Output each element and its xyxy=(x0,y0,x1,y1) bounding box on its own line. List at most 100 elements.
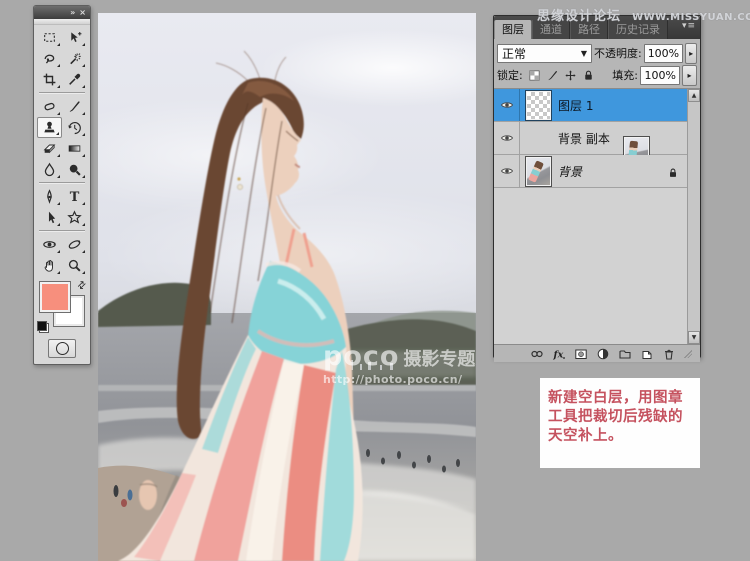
layer-visibility-toggle[interactable] xyxy=(494,155,520,187)
panel-resize-grip[interactable] xyxy=(684,350,692,358)
blend-mode-select[interactable]: 正常 ▼ xyxy=(497,44,592,63)
layer-visibility-toggle[interactable] xyxy=(494,89,520,121)
layer-mask-icon xyxy=(574,347,588,361)
adjustment-layer-icon xyxy=(596,347,610,361)
svg-text:T: T xyxy=(70,190,80,204)
tool-dodge[interactable] xyxy=(62,159,87,180)
layer-visibility-toggle[interactable] xyxy=(494,122,520,154)
history-brush-icon xyxy=(67,120,82,135)
new-layer-icon xyxy=(640,347,654,361)
close-palette-button[interactable]: × xyxy=(79,9,86,17)
tool-clone-stamp[interactable] xyxy=(37,117,62,138)
photoshop-canvas[interactable]: poco摄影专题 http://photo.poco.cn/ xyxy=(98,13,476,561)
lock-pixels-button[interactable] xyxy=(545,68,560,83)
tab-layers[interactable]: 图层 xyxy=(494,20,532,39)
svg-text:fx: fx xyxy=(552,349,563,360)
tool-path-selection[interactable] xyxy=(37,207,62,228)
layer-row-2[interactable]: 背景 副本 xyxy=(494,122,687,155)
delete-layer-button[interactable] xyxy=(661,346,676,361)
blend-mode-value: 正常 xyxy=(502,45,526,62)
tool-blur[interactable] xyxy=(37,159,62,180)
tool-magic-wand[interactable] xyxy=(62,48,87,69)
custom-shape-icon xyxy=(67,210,82,225)
lock-all-icon xyxy=(667,167,679,179)
photo-watermark-brand-cn: 摄影专题 xyxy=(403,349,475,370)
opacity-label: 不透明度: xyxy=(594,45,642,61)
site-watermark-url: WWW.MISSYUAN.COM xyxy=(632,12,750,23)
chevron-down-icon: ▼ xyxy=(581,49,587,58)
eraser-icon xyxy=(42,141,57,156)
tool-eyedropper[interactable] xyxy=(62,69,87,90)
default-colors-icon[interactable] xyxy=(37,321,49,333)
rectangular-marquee-icon xyxy=(42,30,57,45)
layers-list-wrap: 图层 1 背景 副本背景 ▲ ▼ xyxy=(494,88,700,345)
panel-footer: fx xyxy=(494,345,700,362)
type-icon: T xyxy=(67,189,82,204)
photo-watermark-url: http://photo.poco.cn/ xyxy=(323,374,475,385)
tool-rectangular-marquee[interactable] xyxy=(37,27,62,48)
clone-stamp-icon xyxy=(42,120,57,135)
dodge-icon xyxy=(67,162,82,177)
move-icon xyxy=(67,30,82,45)
tool-separator xyxy=(39,230,85,232)
tool-eraser[interactable] xyxy=(37,138,62,159)
tool-gradient[interactable] xyxy=(62,138,87,159)
lock-position-button[interactable] xyxy=(563,68,578,83)
tool-orbit-3d[interactable] xyxy=(62,234,87,255)
tool-pen[interactable] xyxy=(37,186,62,207)
tool-lasso[interactable] xyxy=(37,48,62,69)
tool-zoom[interactable] xyxy=(62,255,87,276)
tool-custom-shape[interactable] xyxy=(62,207,87,228)
layer-thumbnail[interactable] xyxy=(526,157,551,186)
color-swatches: ⇄ xyxy=(34,279,90,335)
lock-all-icon xyxy=(582,69,595,82)
gradient-icon xyxy=(67,141,82,156)
photo-scene xyxy=(98,13,476,561)
tool-history-brush[interactable] xyxy=(62,117,87,138)
site-watermark-name: 思缘设计论坛 xyxy=(537,9,621,24)
layers-scrollbar[interactable]: ▲ ▼ xyxy=(687,89,700,344)
opacity-slider-button[interactable]: ▸ xyxy=(685,43,697,64)
tool-separator xyxy=(39,92,85,94)
tool-crop[interactable] xyxy=(37,69,62,90)
path-selection-icon xyxy=(42,210,57,225)
layer-mask-button[interactable] xyxy=(573,346,588,361)
tool-healing-brush[interactable] xyxy=(37,96,62,117)
scroll-down-icon[interactable]: ▼ xyxy=(688,331,700,344)
pen-icon xyxy=(42,189,57,204)
swap-colors-icon[interactable]: ⇄ xyxy=(75,279,89,293)
zoom-icon xyxy=(67,258,82,273)
layer-group-button[interactable] xyxy=(617,346,632,361)
new-layer-button[interactable] xyxy=(639,346,654,361)
eye-icon xyxy=(500,98,514,112)
brush-icon xyxy=(67,99,82,114)
opacity-input[interactable]: 100% xyxy=(644,44,683,63)
scroll-up-icon[interactable]: ▲ xyxy=(688,89,700,102)
foreground-color-swatch[interactable] xyxy=(40,282,70,312)
quick-mask-button[interactable] xyxy=(48,339,76,358)
lock-pixels-icon xyxy=(546,69,559,82)
layer-row-1[interactable]: 图层 1 xyxy=(494,89,687,122)
tool-type[interactable]: T xyxy=(62,186,87,207)
collapse-palette-button[interactable]: » xyxy=(70,9,75,17)
layer-name: 图层 1 xyxy=(558,97,593,114)
lock-all-button[interactable] xyxy=(581,68,596,83)
lock-transparency-button[interactable] xyxy=(527,68,542,83)
fill-input[interactable]: 100% xyxy=(640,66,680,85)
tool-brush[interactable] xyxy=(62,96,87,117)
adjustment-layer-button[interactable] xyxy=(595,346,610,361)
healing-brush-icon xyxy=(42,99,57,114)
tools-palette-titlebar[interactable]: » × xyxy=(34,6,90,19)
tool-move[interactable] xyxy=(62,27,87,48)
layer-style-button[interactable]: fx xyxy=(551,346,566,361)
tool-hand[interactable] xyxy=(37,255,62,276)
layer-name: 背景 xyxy=(558,163,582,180)
layer-row-3[interactable]: 背景 xyxy=(494,155,687,188)
layer-thumbnail[interactable] xyxy=(526,91,551,120)
link-layers-button[interactable] xyxy=(529,346,544,361)
tool-separator xyxy=(39,182,85,184)
link-layers-icon xyxy=(530,347,544,361)
tool-rotate-3d[interactable] xyxy=(37,234,62,255)
lock-icons xyxy=(527,68,596,83)
fill-slider-button[interactable]: ▸ xyxy=(682,65,697,86)
